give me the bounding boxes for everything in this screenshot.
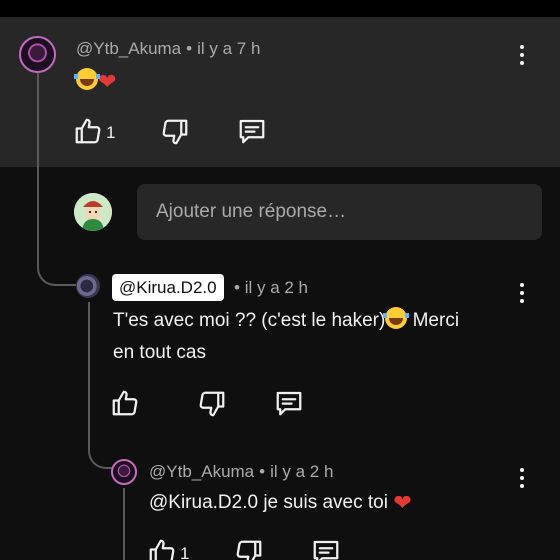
reply-author[interactable]: @Ytb_Akuma <box>149 462 254 481</box>
like-icon <box>112 390 138 416</box>
dislike-button[interactable] <box>197 389 227 419</box>
reply-placeholder: Ajouter une réponse… <box>156 201 347 222</box>
dislike-icon <box>199 391 225 417</box>
joy-emoji-icon <box>383 307 410 329</box>
reply-text: Merci <box>407 310 460 331</box>
reply-author[interactable]: @Kirua.D2.0 <box>112 274 224 301</box>
more-options-button[interactable] <box>514 281 530 305</box>
dislike-icon <box>162 119 188 145</box>
avatar[interactable] <box>19 36 56 73</box>
reply-text-line2: en tout cas <box>113 342 206 363</box>
reply-button[interactable] <box>311 537 341 560</box>
comment-meta: @Ytb_Akuma • il y a 7 h <box>76 39 260 59</box>
dislike-button[interactable] <box>160 117 190 147</box>
heart-emoji-icon: ❤ <box>393 490 412 515</box>
like-button[interactable] <box>147 537 177 560</box>
reply-icon <box>239 119 265 144</box>
reply-button[interactable] <box>274 388 304 418</box>
separator-dot: • <box>186 39 193 58</box>
like-button[interactable] <box>73 116 103 146</box>
comment-time: il y a 7 h <box>197 39 261 58</box>
reply-input[interactable]: Ajouter une réponse… <box>137 184 542 240</box>
reply-icon <box>313 540 339 560</box>
top-bar <box>0 0 560 17</box>
avatar[interactable] <box>111 459 137 485</box>
comment-text: ❤ <box>74 68 117 95</box>
heart-emoji-icon: ❤ <box>98 69 117 94</box>
avatar[interactable] <box>76 274 100 298</box>
reply-meta: • il y a 2 h <box>234 278 308 298</box>
joy-emoji-icon <box>74 68 100 90</box>
reply-time: il y a 2 h <box>270 462 334 481</box>
thread-line <box>37 73 79 286</box>
reply-icon <box>276 391 302 416</box>
more-options-button[interactable] <box>514 43 530 67</box>
thread-line <box>123 488 125 560</box>
reply-text-line: @Kirua.D2.0 je suis avec toi ❤ <box>149 487 412 518</box>
reply-text: T'es avec moi ?? (c'est le haker) <box>113 310 386 331</box>
dislike-button[interactable] <box>234 538 264 560</box>
separator-dot: • <box>234 278 240 297</box>
like-count: 1 <box>106 123 116 142</box>
like-button[interactable] <box>110 388 140 418</box>
like-count: 1 <box>180 544 190 560</box>
more-options-button[interactable] <box>514 466 530 490</box>
user-avatar-icon <box>74 193 112 231</box>
reply-text: @Kirua.D2.0 je suis avec toi <box>149 492 394 513</box>
reply-meta: @Ytb_Akuma • il y a 2 h <box>149 462 333 482</box>
separator-dot: • <box>259 462 266 481</box>
reply-button[interactable] <box>237 116 267 146</box>
like-icon <box>149 539 175 560</box>
dislike-icon <box>236 540 262 560</box>
thread-line <box>88 302 112 469</box>
reply-time: il y a 2 h <box>244 278 308 297</box>
current-user-avatar <box>74 193 112 231</box>
reply-text-line1: T'es avec moi ?? (c'est le haker) Merci <box>113 305 459 336</box>
comment-author[interactable]: @Ytb_Akuma <box>76 39 181 58</box>
like-icon <box>75 118 101 144</box>
